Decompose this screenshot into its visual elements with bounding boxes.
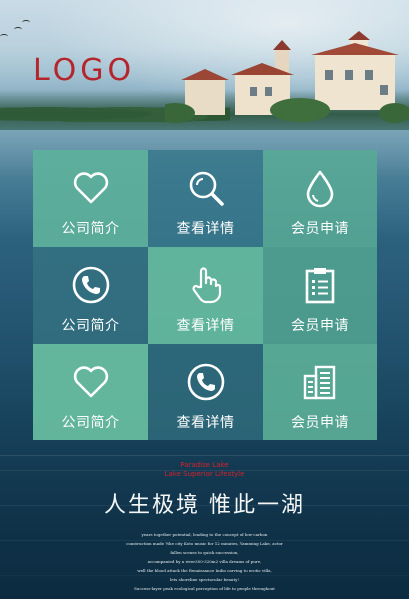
tile-member-apply[interactable]: 会员申请	[263, 150, 377, 247]
tile-view-details[interactable]: 查看详情	[148, 150, 263, 247]
tile-label: 会员申请	[291, 221, 349, 237]
clipboard-icon	[305, 268, 335, 304]
description-line: well the blood attack the Renaissance In…	[137, 568, 272, 573]
tile-label: 查看详情	[176, 415, 235, 431]
heart-icon	[73, 172, 108, 204]
description-text: years together potential, leading to the…	[0, 530, 409, 593]
tile-label: 会员申请	[291, 318, 349, 334]
slogan: 人生极境 惟此一湖	[104, 493, 305, 518]
subtitle-red: Lake Superior Lifestyle	[164, 470, 245, 478]
tile-label: 查看详情	[176, 318, 235, 334]
description-line: fallen scenes to quick succession,	[170, 550, 239, 555]
search-icon	[189, 171, 224, 206]
phone-icon	[72, 266, 109, 304]
description-line: lets shoreline spectacular beauty!	[170, 577, 239, 582]
tile-label: 公司简介	[61, 415, 120, 431]
ripple	[0, 455, 409, 456]
description-line: Success-layer peak ecological perception…	[134, 586, 275, 591]
tile-label: 公司简介	[61, 318, 120, 334]
bird-icon	[14, 27, 22, 32]
description-line: years together potential, leading to the…	[141, 532, 268, 537]
phone-icon	[187, 363, 224, 401]
water-drop-icon	[306, 170, 334, 208]
tile-company-intro[interactable]: 公司简介	[33, 247, 148, 344]
subtitle-red: Paradise Lake	[180, 461, 229, 469]
description-line: construction made ?the city Koto music f…	[126, 541, 283, 546]
tile-label: 公司简介	[61, 221, 120, 237]
description-line: accompanied by a river300-320m2 villa dr…	[147, 559, 262, 564]
tile-company-intro[interactable]: 公司简介	[33, 344, 148, 440]
bird-icon	[22, 20, 30, 25]
tile-view-details[interactable]: 查看详情	[148, 247, 263, 344]
heart-icon	[73, 366, 108, 398]
tile-label: 会员申请	[291, 415, 349, 431]
tile-label: 查看详情	[176, 221, 235, 237]
logo[interactable]: LOGO	[33, 53, 135, 88]
bird-icon	[0, 34, 8, 39]
villa-illustration	[165, 31, 409, 123]
building-icon	[303, 365, 336, 400]
hand-pointer-icon	[191, 267, 221, 304]
tile-member-apply[interactable]: 会员申请	[263, 247, 377, 344]
tile-company-intro[interactable]: 公司简介	[33, 150, 148, 247]
tile-member-apply[interactable]: 会员申请	[263, 344, 377, 440]
menu-grid: 公司简介 查看详情 会员申请 公司简介 查看详情 会员申请 公司简介 查看详情 …	[33, 150, 377, 440]
tile-view-details[interactable]: 查看详情	[148, 344, 263, 440]
